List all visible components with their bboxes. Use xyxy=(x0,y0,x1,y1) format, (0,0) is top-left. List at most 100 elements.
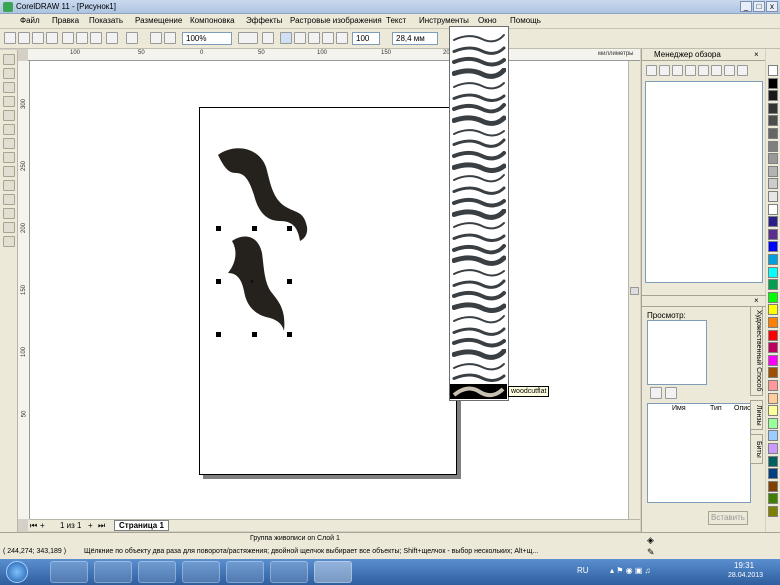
stroke-item[interactable] xyxy=(452,372,506,383)
tab-page-1[interactable]: Страница 1 xyxy=(114,520,169,531)
menu-bitmaps[interactable]: Растровые изображения xyxy=(290,16,382,25)
selection-handle[interactable] xyxy=(216,332,221,337)
snap-icon[interactable] xyxy=(238,32,258,44)
column-name[interactable]: Имя xyxy=(672,405,686,412)
internet-explorer-icon[interactable] xyxy=(138,561,176,583)
stroke-item[interactable] xyxy=(451,348,507,360)
docker2-close-icon[interactable]: × xyxy=(754,296,759,305)
selection-handle[interactable] xyxy=(216,226,221,231)
calligraphic-icon[interactable] xyxy=(322,32,334,44)
open-icon[interactable] xyxy=(18,32,30,44)
color-swatch[interactable] xyxy=(768,102,778,114)
menu-tools[interactable]: Инструменты xyxy=(419,16,469,25)
next-page-icon[interactable]: + xyxy=(88,521,93,530)
menu-window[interactable]: Окно xyxy=(478,16,497,25)
print-icon[interactable] xyxy=(46,32,58,44)
color-swatch[interactable] xyxy=(768,279,778,291)
color-swatch[interactable] xyxy=(768,506,778,517)
selected-stroke-item[interactable] xyxy=(450,384,507,399)
color-swatch[interactable] xyxy=(768,480,778,492)
color-swatch[interactable] xyxy=(768,317,778,328)
media-player-icon[interactable] xyxy=(94,561,132,583)
sprayer-icon[interactable] xyxy=(308,32,320,44)
tab-artistic-media[interactable]: Художественный Способ xyxy=(750,306,763,396)
import-icon[interactable] xyxy=(150,32,162,44)
stroke-item[interactable] xyxy=(452,150,506,161)
color-swatch[interactable] xyxy=(768,367,778,379)
column-description[interactable]: Опис xyxy=(734,405,751,412)
interactive-fill-icon[interactable] xyxy=(3,236,15,247)
stroke-item[interactable] xyxy=(452,33,506,44)
stroke-item[interactable] xyxy=(452,185,506,196)
add-view-icon[interactable] xyxy=(724,65,735,76)
first-page-icon[interactable]: ⏮ xyxy=(30,521,37,531)
color-swatch[interactable] xyxy=(768,493,778,505)
zoom-selection-icon[interactable] xyxy=(685,65,696,76)
outline-tool-icon[interactable] xyxy=(3,208,15,219)
stroke-item[interactable] xyxy=(452,361,506,372)
color-swatch[interactable] xyxy=(768,165,778,177)
color-swatch[interactable] xyxy=(768,468,778,480)
tab-bits[interactable]: Биты xyxy=(750,434,763,464)
stroke-item[interactable] xyxy=(452,127,506,138)
export-icon[interactable] xyxy=(164,32,176,44)
chrome-icon[interactable] xyxy=(270,561,308,583)
stroke-item[interactable] xyxy=(451,255,507,267)
paste-icon[interactable] xyxy=(90,32,102,44)
view-list[interactable] xyxy=(645,81,763,283)
eyedropper-tool-icon[interactable] xyxy=(3,194,15,205)
rectangle-tool-icon[interactable] xyxy=(3,124,15,135)
brush-delete-icon[interactable] xyxy=(665,387,677,399)
color-swatch[interactable] xyxy=(768,405,778,417)
brush-save-icon[interactable] xyxy=(650,387,662,399)
zoom-icon[interactable] xyxy=(646,65,657,76)
stroke-item[interactable] xyxy=(452,243,506,255)
remove-view-icon[interactable] xyxy=(737,65,748,76)
color-swatch[interactable] xyxy=(768,77,778,89)
fill-tool-icon[interactable] xyxy=(3,222,15,233)
stroke-item[interactable] xyxy=(452,45,506,56)
color-swatch[interactable] xyxy=(768,342,778,354)
selection-handle[interactable] xyxy=(252,332,257,337)
color-swatch[interactable] xyxy=(768,65,778,76)
selection-handle[interactable] xyxy=(287,279,292,284)
docker-close-icon[interactable]: × xyxy=(754,50,759,59)
stroke-item[interactable] xyxy=(451,162,507,173)
maximize-button[interactable]: □ xyxy=(753,1,765,12)
color-swatch[interactable] xyxy=(768,216,778,228)
color-swatch[interactable] xyxy=(768,291,778,303)
selection-handle[interactable] xyxy=(287,332,292,337)
polygon-tool-icon[interactable] xyxy=(3,152,15,163)
artistic-strokes[interactable] xyxy=(214,143,314,343)
menu-edit[interactable]: Правка xyxy=(52,16,79,25)
zoom-in-icon[interactable] xyxy=(659,65,670,76)
pick-tool-icon[interactable] xyxy=(3,54,15,65)
stroke-item[interactable] xyxy=(451,302,507,314)
close-button[interactable]: x xyxy=(766,1,778,12)
stroke-item[interactable] xyxy=(452,232,506,243)
stroke-item[interactable] xyxy=(452,197,506,208)
copy-icon[interactable] xyxy=(76,32,88,44)
brush-file-list[interactable]: Имя Тип Опис xyxy=(647,403,751,503)
color-swatch[interactable] xyxy=(768,203,778,215)
stroke-item[interactable] xyxy=(452,314,506,325)
color-swatch[interactable] xyxy=(768,417,778,429)
color-swatch[interactable] xyxy=(768,329,778,341)
scroll-thumb[interactable] xyxy=(630,287,639,295)
color-swatch[interactable] xyxy=(768,430,778,442)
menu-help[interactable]: Помощь xyxy=(510,16,541,25)
cut-icon[interactable] xyxy=(62,32,74,44)
color-swatch[interactable] xyxy=(768,266,778,278)
stroke-item[interactable] xyxy=(452,337,506,348)
stroke-item[interactable] xyxy=(452,326,506,337)
color-swatch[interactable] xyxy=(768,228,778,240)
stroke-item[interactable] xyxy=(452,290,506,301)
insert-button[interactable]: Вставить xyxy=(708,511,748,525)
stroke-item[interactable] xyxy=(452,279,506,290)
interactive-tool-icon[interactable] xyxy=(3,180,15,191)
color-swatch[interactable] xyxy=(768,115,778,127)
stroke-item[interactable] xyxy=(451,67,507,79)
redo-icon[interactable] xyxy=(126,32,138,44)
stroke-item[interactable] xyxy=(452,138,506,149)
color-swatch[interactable] xyxy=(768,90,778,102)
